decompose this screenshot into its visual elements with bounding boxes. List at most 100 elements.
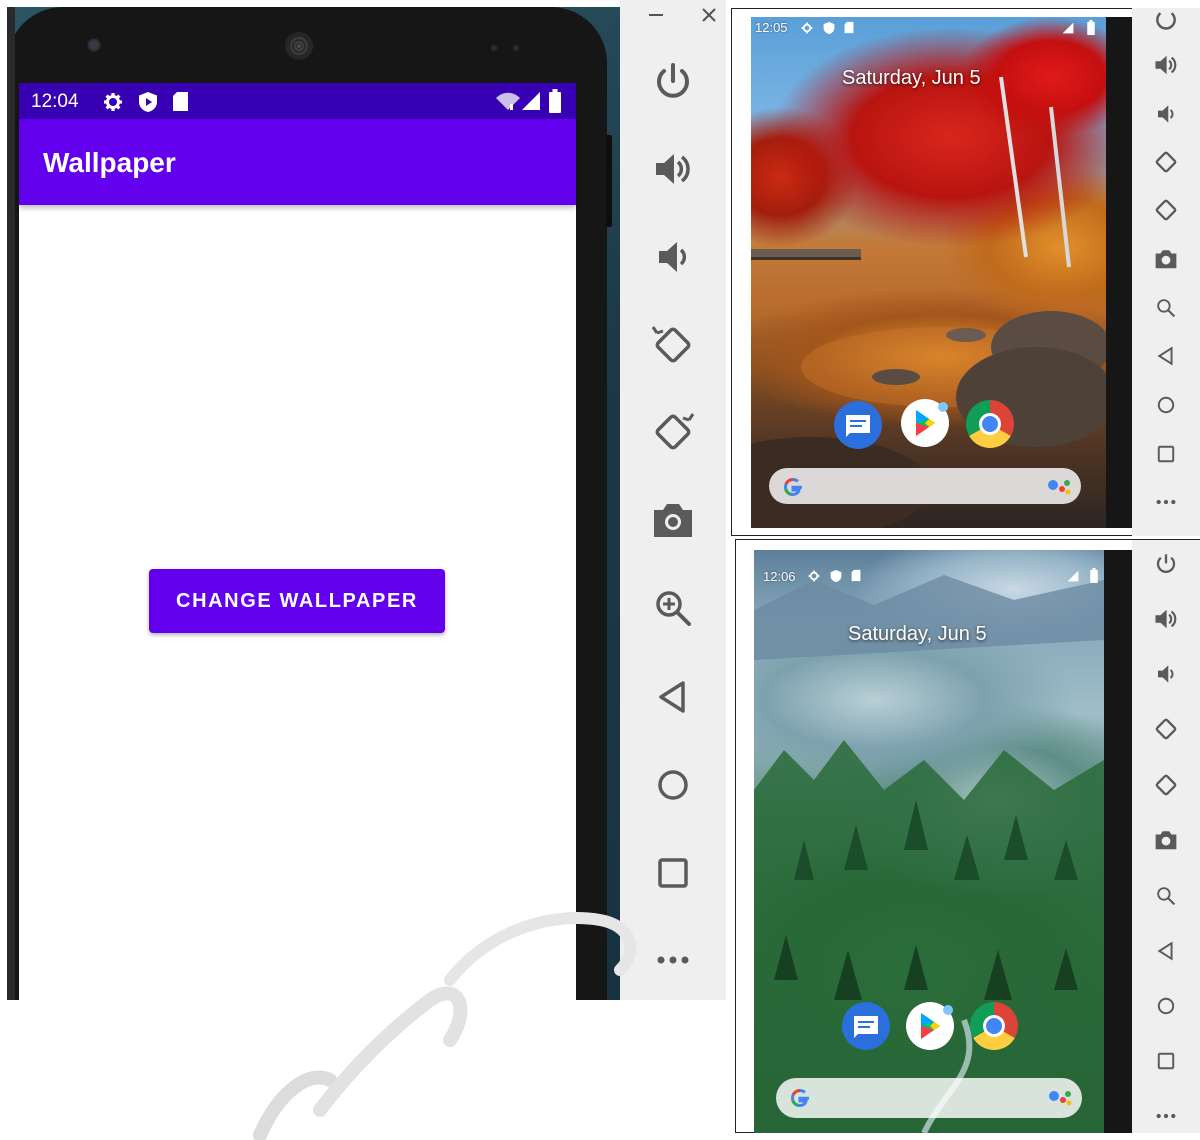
play-protect-icon bbox=[830, 570, 842, 582]
messages-app-icon[interactable] bbox=[834, 401, 882, 449]
top-right-device: 12:05 Saturday, Jun 5 bbox=[751, 17, 1132, 528]
google-search-bar[interactable] bbox=[769, 468, 1081, 504]
sd-card-icon bbox=[851, 569, 861, 582]
chrome-app-icon[interactable] bbox=[966, 400, 1014, 448]
assistant-icon bbox=[1048, 480, 1071, 495]
wifi-icon bbox=[496, 92, 520, 110]
rotate-right-icon bbox=[1155, 199, 1177, 221]
back-icon bbox=[659, 681, 685, 713]
power-icon bbox=[657, 63, 689, 98]
chrome-app-icon[interactable] bbox=[970, 1002, 1018, 1050]
volume-down-button[interactable] bbox=[620, 227, 726, 287]
more-icon bbox=[1156, 1113, 1176, 1119]
power-icon bbox=[1156, 12, 1176, 30]
home-button[interactable] bbox=[620, 755, 726, 815]
bottom-right-device: 12:06 Saturday, Jun 5 bbox=[754, 550, 1132, 1133]
play-store-app-icon[interactable] bbox=[906, 1002, 954, 1050]
zoom-button[interactable] bbox=[620, 578, 726, 638]
volume-up-button[interactable] bbox=[1132, 599, 1200, 639]
emulator-toolbar bbox=[620, 0, 726, 1000]
volume-down-button[interactable] bbox=[1132, 94, 1200, 134]
top-right-emulator-toolbar bbox=[1132, 8, 1200, 536]
volume-up-icon bbox=[1155, 609, 1177, 629]
volume-up-button[interactable] bbox=[620, 139, 726, 199]
rotate-left-button[interactable] bbox=[1132, 709, 1200, 749]
forest-wallpaper-screen: 12:06 Saturday, Jun 5 bbox=[754, 550, 1104, 1133]
camera-icon bbox=[654, 504, 692, 537]
battery-icon bbox=[1087, 20, 1095, 35]
rotate-right-icon bbox=[1155, 774, 1177, 796]
earpiece-speaker bbox=[285, 32, 313, 60]
overview-icon bbox=[1157, 1052, 1175, 1070]
power-button[interactable] bbox=[1132, 544, 1200, 584]
back-icon bbox=[1157, 346, 1173, 366]
play-store-app-icon[interactable] bbox=[901, 399, 949, 447]
back-button[interactable] bbox=[1132, 336, 1200, 376]
camera-icon bbox=[1155, 831, 1177, 850]
volume-up-icon bbox=[1155, 55, 1177, 75]
google-search-bar[interactable] bbox=[776, 1078, 1082, 1118]
power-button[interactable] bbox=[620, 52, 726, 112]
autumn-lake-wallpaper bbox=[751, 76, 1106, 528]
zoom-icon bbox=[656, 591, 691, 626]
play-store-icon bbox=[916, 402, 948, 436]
status-bar: 12:06 bbox=[754, 550, 1104, 584]
overview-button[interactable] bbox=[1132, 434, 1200, 474]
rotate-right-button[interactable] bbox=[620, 402, 726, 462]
camera-icon bbox=[1155, 250, 1177, 269]
more-icon bbox=[1156, 499, 1176, 505]
lock-screen-date: Saturday, Jun 5 bbox=[848, 623, 987, 645]
home-icon bbox=[658, 770, 688, 800]
device-side-button bbox=[606, 135, 612, 227]
messages-app-icon[interactable] bbox=[842, 1002, 890, 1050]
play-store-icon bbox=[921, 1005, 953, 1039]
overview-button[interactable] bbox=[1132, 1041, 1200, 1081]
proximity-sensor bbox=[491, 45, 497, 51]
minimize-icon[interactable] bbox=[648, 10, 666, 20]
play-protect-icon bbox=[823, 22, 835, 34]
screenshot-button[interactable] bbox=[1132, 239, 1200, 279]
app-title: Wallpaper bbox=[43, 147, 176, 178]
close-icon[interactable] bbox=[700, 6, 718, 24]
home-button[interactable] bbox=[1132, 986, 1200, 1026]
sd-card-icon bbox=[173, 92, 188, 111]
home-icon bbox=[1157, 997, 1175, 1015]
power-button[interactable] bbox=[1132, 0, 1200, 40]
settings-icon bbox=[104, 93, 122, 111]
back-button[interactable] bbox=[620, 667, 726, 727]
screenshot-button[interactable] bbox=[620, 490, 726, 550]
zoom-button[interactable] bbox=[1132, 876, 1200, 916]
bottom-right-emulator-toolbar bbox=[1132, 540, 1200, 1133]
chrome-icon bbox=[983, 1015, 1005, 1037]
volume-down-icon bbox=[1158, 105, 1174, 123]
google-logo-icon bbox=[783, 477, 802, 497]
cellular-signal-icon bbox=[1062, 22, 1074, 34]
overview-icon bbox=[1157, 445, 1175, 463]
device-screen: 12:04 Wallpaper CHANGE WALLPAPER bbox=[19, 83, 576, 1000]
rotate-right-button[interactable] bbox=[1132, 190, 1200, 230]
battery-icon bbox=[1090, 568, 1098, 583]
zoom-button[interactable] bbox=[1132, 288, 1200, 328]
rotate-left-icon bbox=[1155, 151, 1177, 173]
volume-down-button[interactable] bbox=[1132, 654, 1200, 694]
rotate-right-button[interactable] bbox=[1132, 765, 1200, 805]
settings-icon bbox=[801, 22, 813, 34]
cellular-signal-icon bbox=[1067, 570, 1079, 582]
chrome-icon bbox=[979, 413, 1001, 435]
volume-up-icon bbox=[656, 154, 690, 184]
rotate-left-icon bbox=[1155, 718, 1177, 740]
volume-down-icon bbox=[659, 242, 687, 272]
back-icon bbox=[1157, 941, 1173, 961]
back-button[interactable] bbox=[1132, 931, 1200, 971]
screenshot-button[interactable] bbox=[1132, 820, 1200, 860]
rotate-left-button[interactable] bbox=[620, 315, 726, 375]
more-button[interactable] bbox=[1132, 1096, 1200, 1136]
more-button[interactable] bbox=[1132, 482, 1200, 522]
status-bar: 12:05 bbox=[751, 17, 1106, 39]
rotate-left-button[interactable] bbox=[1132, 142, 1200, 182]
main-emulator: 12:04 Wallpaper CHANGE WALLPAPER bbox=[7, 7, 620, 1000]
home-button[interactable] bbox=[1132, 385, 1200, 425]
volume-up-button[interactable] bbox=[1132, 45, 1200, 85]
volume-down-icon bbox=[1158, 665, 1174, 683]
change-wallpaper-button[interactable]: CHANGE WALLPAPER bbox=[149, 569, 445, 633]
